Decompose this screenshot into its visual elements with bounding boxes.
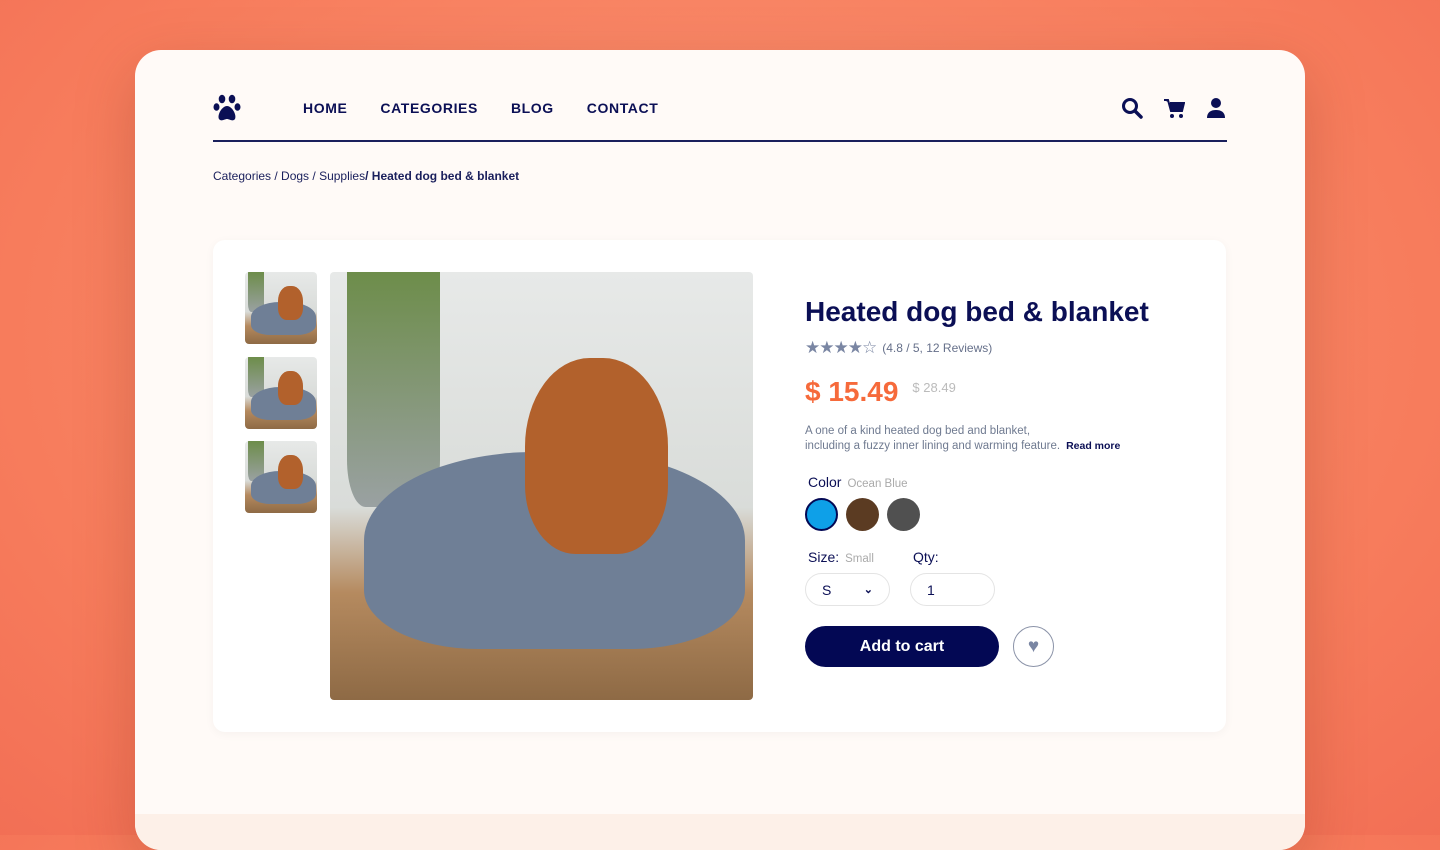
size-label: Size: — [808, 549, 840, 565]
sale-price: $ 15.49 — [805, 376, 899, 407]
product-title: Heated dog bed & blanket — [805, 296, 1149, 327]
size-select[interactable]: S ⌄ — [805, 573, 890, 606]
nav-categories[interactable]: CATEGORIES — [380, 100, 478, 116]
nav-blog[interactable]: BLOG — [511, 100, 554, 116]
color-swatch-gray[interactable] — [887, 498, 920, 531]
breadcrumb: Categories / Dogs / Supplies/ Heated dog… — [213, 169, 520, 183]
original-price: $ 28.49 — [912, 380, 956, 395]
size-selected: S — [822, 581, 832, 598]
add-to-cart-button[interactable]: Add to cart — [805, 626, 999, 667]
description-line-2: including a fuzzy inner lining and warmi… — [805, 440, 1061, 452]
cart-icon[interactable] — [1163, 97, 1186, 119]
nav-home[interactable]: HOME — [303, 100, 347, 116]
browser-window: HOME CATEGORIES BLOG CONTACT Categories … — [135, 50, 1305, 850]
rating: ★★★★☆ (4.8 / 5, 12 Reviews) — [805, 338, 1205, 358]
product-image — [330, 272, 753, 700]
description-line-1: A one of a kind heated dog bed and blank… — [805, 425, 1031, 437]
star-rating-icon: ★★★★☆ — [805, 338, 877, 357]
wishlist-button[interactable]: ♥ — [1013, 626, 1054, 667]
color-swatch-ocean-blue[interactable] — [805, 498, 838, 531]
thumbnail-1[interactable] — [245, 272, 317, 344]
breadcrumb-dogs[interactable]: Dogs — [281, 169, 309, 183]
breadcrumb-supplies[interactable]: Supplies — [319, 169, 365, 183]
qty-label: Qty: — [913, 549, 939, 565]
rating-text[interactable]: (4.8 / 5, 12 Reviews) — [882, 341, 992, 355]
size-value: Small — [845, 553, 874, 565]
thumbnail-3[interactable] — [245, 441, 317, 513]
qty-value: 1 — [927, 581, 935, 598]
thumbnail-2[interactable] — [245, 357, 317, 429]
qty-input[interactable]: 1 — [910, 573, 995, 606]
user-icon[interactable] — [1205, 97, 1227, 119]
search-icon[interactable] — [1121, 97, 1143, 119]
product-panel: Heated dog bed & blanket ★★★★☆ (4.8 / 5,… — [213, 240, 1226, 732]
color-value: Ocean Blue — [847, 478, 908, 490]
chevron-down-icon: ⌄ — [863, 584, 873, 596]
color-swatch-brown[interactable] — [846, 498, 879, 531]
footer-strip — [135, 814, 1305, 850]
paw-logo-icon[interactable] — [213, 93, 241, 123]
heart-icon: ♥ — [1027, 635, 1040, 657]
breadcrumb-categories[interactable]: Categories — [213, 169, 271, 183]
top-nav: HOME CATEGORIES BLOG CONTACT — [213, 86, 1227, 142]
color-label: Color — [808, 474, 842, 490]
breadcrumb-current: Heated dog bed & blanket — [371, 169, 520, 183]
read-more-link[interactable]: Read more — [1066, 440, 1120, 452]
nav-contact[interactable]: CONTACT — [587, 100, 659, 116]
product-description: A one of a kind heated dog bed and blank… — [805, 424, 1205, 454]
